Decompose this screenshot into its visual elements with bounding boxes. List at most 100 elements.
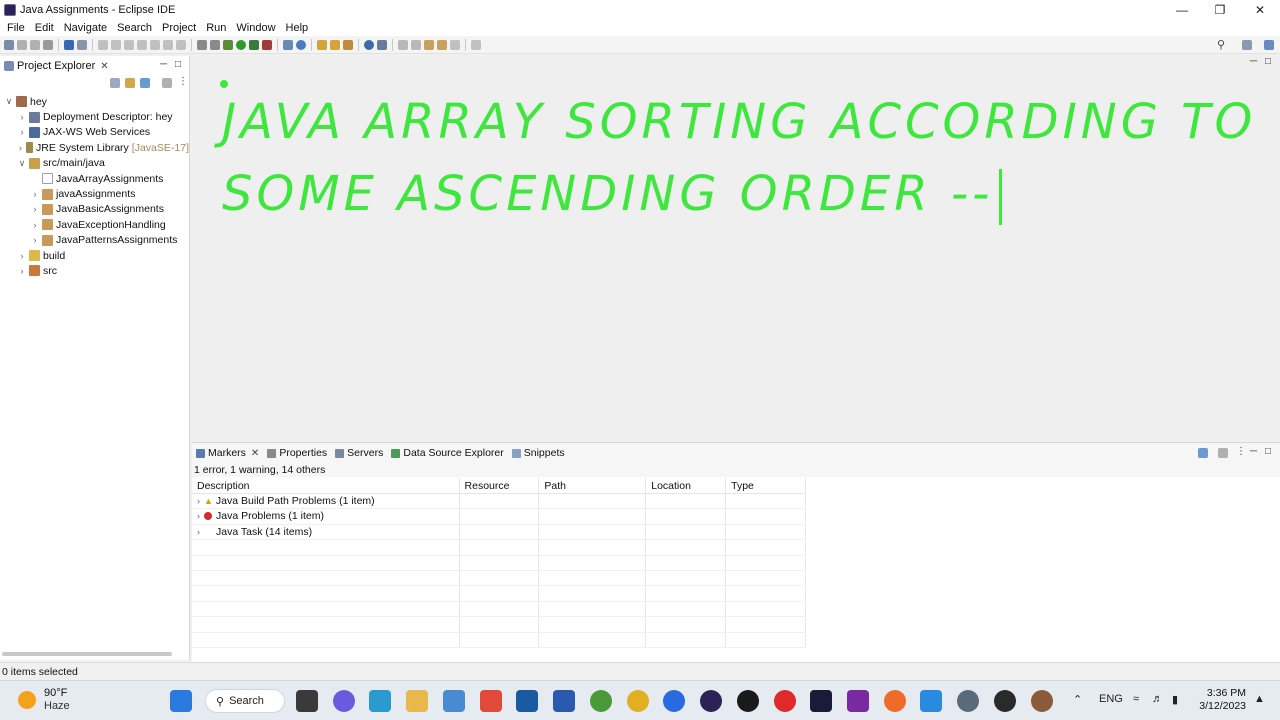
tree-item-src-main-java[interactable]: ∨ src/main/java (0, 156, 189, 171)
media-player-icon[interactable] (994, 690, 1016, 712)
java-app-icon[interactable] (1031, 690, 1053, 712)
tab-properties[interactable]: Properties (267, 447, 327, 459)
close-icon[interactable]: ✕ (251, 448, 259, 459)
maximize-view-icon[interactable]: □ (175, 59, 181, 70)
step-return-icon[interactable] (176, 39, 186, 50)
browser-icon[interactable] (364, 39, 374, 50)
run-icon[interactable] (236, 39, 246, 50)
chevron-right-icon[interactable]: › (30, 189, 40, 199)
suspend-icon[interactable] (111, 39, 121, 50)
table-row[interactable]: › Java Problems (1 item) (192, 509, 806, 525)
chevron-right-icon[interactable]: › (17, 127, 27, 137)
task-view-icon[interactable] (296, 690, 318, 712)
focus-icon[interactable] (162, 78, 172, 88)
table-row[interactable]: › Java Task (14 items) (192, 524, 806, 541)
chevron-right-icon[interactable]: › (30, 220, 40, 230)
new-icon[interactable] (4, 39, 14, 50)
vscode-icon[interactable] (920, 690, 942, 712)
chevron-right-icon[interactable]: › (17, 266, 27, 276)
tab-data-source-explorer[interactable]: Data Source Explorer (391, 447, 504, 459)
menu-help[interactable]: Help (281, 22, 314, 34)
chevron-right-icon[interactable]: › (197, 496, 200, 506)
close-icon[interactable]: ✕ (100, 61, 108, 72)
tree-item-javaassignments[interactable]: › javaAssignments (0, 186, 189, 201)
view-menu-icon[interactable]: ⋮ (178, 76, 188, 87)
teams-chat-icon[interactable] (333, 690, 355, 712)
chevron-right-icon[interactable]: › (17, 143, 24, 153)
menu-window[interactable]: Window (231, 22, 280, 34)
close-button[interactable]: ✕ (1240, 0, 1280, 20)
tree-item-javaexceptionhandling[interactable]: › JavaExceptionHandling (0, 217, 189, 232)
search-tool-icon[interactable] (343, 39, 353, 50)
column-description[interactable]: Description (192, 478, 460, 493)
windows-start-icon[interactable] (170, 690, 192, 712)
filter-icon[interactable] (140, 78, 150, 88)
tree-item-src[interactable]: › src (0, 263, 189, 278)
tree-item-jax-ws-web-services[interactable]: › JAX-WS Web Services (0, 125, 189, 140)
skip-breakpoints-icon[interactable] (77, 39, 87, 50)
step-over-icon[interactable] (163, 39, 173, 50)
wifi-icon[interactable]: ≈ (1133, 693, 1139, 705)
menu-search[interactable]: Search (112, 22, 157, 34)
file-explorer-icon[interactable] (406, 690, 428, 712)
resume-icon[interactable] (98, 39, 108, 50)
battery-icon[interactable]: ▮ (1172, 693, 1178, 706)
chevron-right-icon[interactable]: › (30, 204, 40, 214)
editor-minimize-icon[interactable]: ─ (1250, 56, 1257, 67)
spring-tools-icon[interactable] (590, 690, 612, 712)
filter-icon[interactable] (1198, 448, 1208, 458)
volume-icon[interactable]: ♬ (1152, 693, 1163, 705)
disconnect-icon[interactable] (137, 39, 147, 50)
tab-markers[interactable]: Markers ✕ (196, 447, 259, 459)
chevron-right-icon[interactable]: › (17, 251, 27, 261)
settings-icon[interactable] (957, 690, 979, 712)
tree-item-build[interactable]: › build (0, 248, 189, 263)
tray-overflow-icon[interactable]: ⌃ (1073, 693, 1082, 706)
debug-icon[interactable] (223, 39, 233, 50)
maps-icon[interactable] (663, 690, 685, 712)
record-icon[interactable] (737, 690, 759, 712)
word-icon[interactable] (553, 690, 575, 712)
tree-item-javapatternsassignments[interactable]: › JavaPatternsAssignments (0, 233, 189, 248)
new-server-icon[interactable] (283, 39, 293, 50)
open-perspective-icon[interactable] (1242, 40, 1252, 50)
open-task-icon[interactable] (330, 39, 340, 50)
notifications-icon[interactable]: ▲ (1254, 693, 1265, 705)
build-icon[interactable] (210, 39, 220, 50)
horizontal-scrollbar[interactable] (2, 652, 172, 656)
chevron-right-icon[interactable]: › (197, 511, 200, 521)
panel-minimize-icon[interactable]: ─ (1250, 446, 1257, 457)
anydesk-icon[interactable] (480, 690, 502, 712)
taskbar-search[interactable]: ⚲ Search (205, 689, 285, 713)
view-menu-icon[interactable]: ⋮ (1236, 446, 1246, 457)
project-explorer-tab[interactable]: Project Explorer ✕ ─ □ (0, 56, 189, 76)
chevron-right-icon[interactable]: › (17, 112, 27, 122)
chrome-icon[interactable] (627, 690, 649, 712)
forward-icon[interactable] (450, 39, 460, 50)
column-location[interactable]: Location (646, 478, 727, 493)
snipping-tool-icon[interactable] (443, 690, 465, 712)
new-java-class-icon[interactable] (296, 39, 306, 50)
tab-servers[interactable]: Servers (335, 447, 383, 459)
postman-icon[interactable] (884, 690, 906, 712)
menu-edit[interactable]: Edit (30, 22, 59, 34)
terminal-icon[interactable] (64, 39, 74, 50)
run-coverage-icon[interactable] (249, 39, 259, 50)
print-icon[interactable] (43, 39, 53, 50)
terminate-icon[interactable] (124, 39, 134, 50)
menu-project[interactable]: Project (157, 22, 201, 34)
annotation-icon[interactable] (377, 39, 387, 50)
tree-item-javabasicassignments[interactable]: › JavaBasicAssignments (0, 202, 189, 217)
save-icon[interactable] (17, 39, 27, 50)
coverage-icon[interactable] (197, 39, 207, 50)
pin-editor-icon[interactable] (471, 39, 481, 50)
clock[interactable]: 3:36 PM 3/12/2023 (1196, 687, 1246, 713)
save-all-icon[interactable] (30, 39, 40, 50)
tree-item-deployment-descriptor-hey[interactable]: › Deployment Descriptor: hey (0, 109, 189, 124)
tree-item-hey[interactable]: ∨ hey (0, 94, 189, 109)
intellij-icon[interactable] (810, 690, 832, 712)
step-into-icon[interactable] (150, 39, 160, 50)
back-icon[interactable] (437, 39, 447, 50)
column-type[interactable]: Type (726, 478, 806, 493)
minimize-button[interactable]: — (1162, 0, 1202, 20)
